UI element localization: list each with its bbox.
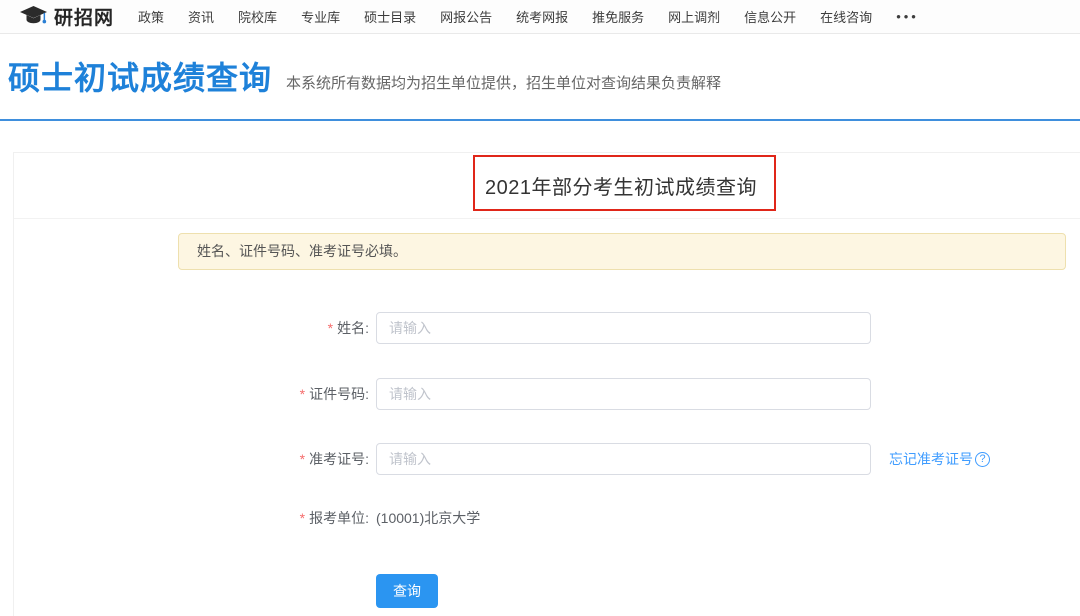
ticket-number-input[interactable]: [376, 443, 871, 475]
nav-item-major-db[interactable]: 专业库: [301, 7, 340, 26]
page: 研招网 政策 资讯 院校库 专业库 硕士目录 网报公告 统考网报 推免服务 网上…: [0, 0, 1080, 616]
id-number-label: *证件号码:: [14, 384, 369, 404]
form-row-id-number: *证件号码:: [14, 378, 1080, 410]
nav-item-news[interactable]: 资讯: [188, 7, 214, 26]
query-button[interactable]: 查询: [376, 574, 438, 608]
nav-item-exemption-service[interactable]: 推免服务: [592, 7, 644, 26]
nav-more-ellipsis-icon[interactable]: •••: [896, 9, 919, 24]
required-asterisk: *: [300, 451, 305, 467]
site-logo[interactable]: 研招网: [20, 3, 114, 30]
nav-item-master-catalog[interactable]: 硕士目录: [364, 7, 416, 26]
page-heading: 硕士初试成绩查询 本系统所有数据均为招生单位提供，招生单位对查询结果负责解释: [0, 35, 1080, 120]
score-query-card: 2021年部分考生初试成绩查询 姓名、证件号码、准考证号必填。 *姓名: *证件…: [13, 152, 1080, 616]
card-title: 2021年部分考生初试成绩查询: [485, 171, 757, 200]
institution-label: *报考单位:: [14, 508, 369, 528]
name-label: *姓名:: [14, 318, 369, 338]
forgot-ticket-link-text: 忘记准考证号: [889, 449, 973, 469]
question-mark-icon[interactable]: ?: [975, 452, 990, 467]
nav-item-info-disclosure[interactable]: 信息公开: [744, 7, 796, 26]
nav-item-unified-exam-report[interactable]: 统考网报: [516, 7, 568, 26]
form-row-submit: 查询: [14, 574, 1080, 608]
required-asterisk: *: [328, 320, 333, 336]
ticket-number-label: *准考证号:: [14, 449, 369, 469]
name-input[interactable]: [376, 312, 871, 344]
card-header: 2021年部分考生初试成绩查询: [14, 153, 1080, 219]
nav-item-online-adjustment[interactable]: 网上调剂: [668, 7, 720, 26]
institution-value: (10001)北京大学: [376, 508, 480, 528]
nav-item-policy[interactable]: 政策: [138, 7, 164, 26]
forgot-ticket-link[interactable]: 忘记准考证号 ?: [889, 449, 990, 469]
logo-text: 研招网: [54, 3, 114, 30]
nav-item-online-consult[interactable]: 在线咨询: [820, 7, 872, 26]
page-subtitle: 本系统所有数据均为招生单位提供，招生单位对查询结果负责解释: [286, 72, 721, 93]
blue-divider: [0, 119, 1080, 121]
top-navbar: 研招网 政策 资讯 院校库 专业库 硕士目录 网报公告 统考网报 推免服务 网上…: [0, 0, 1080, 34]
page-title: 硕士初试成绩查询: [8, 62, 272, 94]
id-number-input[interactable]: [376, 378, 871, 410]
required-fields-notice: 姓名、证件号码、准考证号必填。: [178, 233, 1066, 270]
form-row-name: *姓名:: [14, 312, 1080, 344]
main-nav: 政策 资讯 院校库 专业库 硕士目录 网报公告 统考网报 推免服务 网上调剂 信…: [138, 7, 919, 26]
required-asterisk: *: [300, 386, 305, 402]
nav-item-college-db[interactable]: 院校库: [238, 7, 277, 26]
required-asterisk: *: [300, 510, 305, 526]
nav-item-online-report-notice[interactable]: 网报公告: [440, 7, 492, 26]
graduation-cap-icon: [20, 6, 47, 27]
form-row-ticket-number: *准考证号: 忘记准考证号 ?: [14, 443, 1080, 475]
form-row-institution: *报考单位: (10001)北京大学: [14, 502, 1080, 534]
